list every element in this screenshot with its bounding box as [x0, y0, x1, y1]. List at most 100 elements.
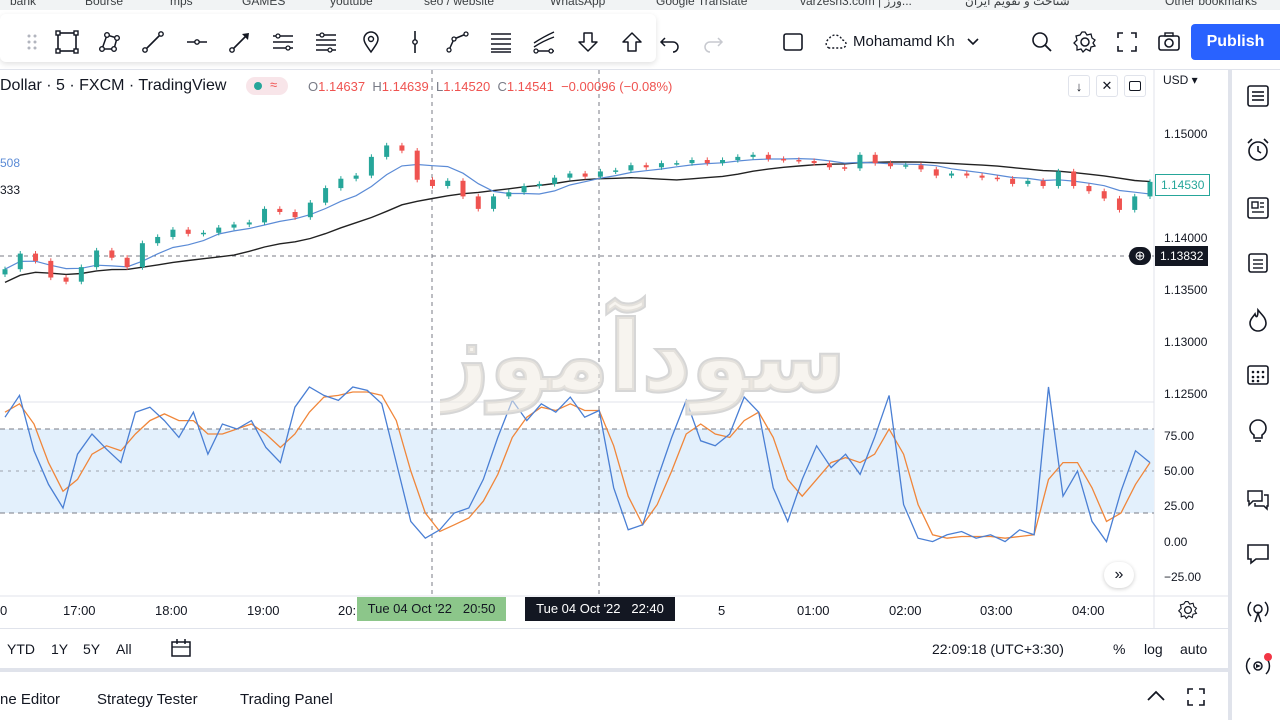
tab-pine-editor[interactable]: ne Editor [0, 691, 60, 708]
rectangle-select-icon[interactable] [51, 26, 83, 58]
currency-label[interactable]: USD ▾ [1163, 73, 1198, 87]
calendar-icon[interactable] [1242, 358, 1274, 390]
date-range-bar: YTD 1Y 5Y All 22:09:18 (UTC+3:30) % log … [0, 628, 1228, 668]
arrow-down-button[interactable]: ↓ [1068, 75, 1090, 97]
scroll-to-realtime-button[interactable]: » [1104, 562, 1134, 588]
chats-icon[interactable] [1242, 484, 1274, 516]
candle-body [170, 229, 176, 237]
bookmark-item[interactable]: seo / website [424, 0, 494, 8]
undo-icon[interactable] [654, 26, 686, 58]
range-1y[interactable]: 1Y [51, 641, 68, 657]
gann-icon[interactable] [485, 26, 517, 58]
bookmark-item[interactable]: Other bookmarks [1165, 0, 1257, 8]
auto-toggle[interactable]: auto [1180, 641, 1207, 657]
candle-body [475, 196, 481, 209]
candle-body [292, 212, 298, 218]
candle-body [155, 236, 161, 244]
maximize-icon[interactable] [1124, 75, 1146, 97]
bookmark-item[interactable]: شناخت و تقویم ایران [965, 0, 1070, 8]
candle-body [1071, 171, 1077, 186]
alarm-clock-icon[interactable] [1242, 134, 1274, 166]
drag-handle-icon[interactable] [16, 26, 48, 58]
add-alert-icon[interactable]: ⊕ [1129, 247, 1151, 265]
chat-bubble-icon[interactable] [1242, 538, 1274, 570]
streams-icon[interactable] [1242, 596, 1274, 628]
pitchfork-icon[interactable] [528, 26, 560, 58]
range-ytd[interactable]: YTD [7, 641, 35, 657]
hotlist-icon[interactable] [1242, 304, 1274, 336]
watchlist-icon[interactable] [1242, 80, 1274, 112]
bookmark-item[interactable]: bank [10, 0, 36, 8]
fib-icon[interactable] [267, 26, 299, 58]
bookmark-item[interactable]: mps [170, 0, 193, 8]
ohlc-values: O1.14637 H1.14639 L1.14520 C1.14541 −0.0… [308, 79, 672, 94]
percent-toggle[interactable]: % [1113, 641, 1125, 657]
tab-trading-panel[interactable]: Trading Panel [240, 691, 333, 708]
fullscreen-icon[interactable] [1111, 26, 1143, 58]
bookmark-item[interactable]: GAMES [242, 0, 285, 8]
candle-body [658, 163, 664, 168]
time-tick: 03:00 [980, 603, 1013, 618]
candle-body [1116, 198, 1122, 210]
channel-icon[interactable] [310, 26, 342, 58]
arrow-line-icon[interactable] [224, 26, 256, 58]
osc-tick: 50.00 [1164, 464, 1195, 478]
candle-body [307, 202, 313, 218]
vertical-line-icon[interactable] [399, 26, 431, 58]
maximize-panel-icon[interactable] [1185, 686, 1207, 712]
bookmark-item[interactable]: Bourse [85, 0, 123, 8]
time-tick: 19:00 [247, 603, 280, 618]
candle-body [460, 180, 466, 197]
candle-body [185, 229, 191, 234]
search-icon[interactable] [1026, 26, 1058, 58]
osc-tick: −25.00 [1164, 570, 1202, 584]
node-icon[interactable] [94, 26, 126, 58]
camera-icon[interactable] [1153, 26, 1185, 58]
path-icon[interactable] [442, 26, 474, 58]
candle-body [63, 277, 69, 282]
log-toggle[interactable]: log [1144, 641, 1163, 657]
chevron-up-icon[interactable] [1143, 686, 1169, 710]
candle-body [613, 170, 619, 172]
layout-square-icon[interactable] [777, 26, 809, 58]
data-window-icon[interactable] [1242, 246, 1274, 278]
news-icon[interactable] [1242, 192, 1274, 224]
cloud-icon[interactable] [819, 26, 851, 58]
bookmark-item[interactable]: youtube [330, 0, 373, 8]
osc-tick: 25.00 [1164, 499, 1195, 513]
calendar-range-icon[interactable] [170, 638, 192, 661]
arrow-down-icon[interactable] [572, 26, 604, 58]
time-tick: 02:00 [889, 603, 922, 618]
candle-body [33, 253, 39, 261]
pin-icon[interactable] [355, 26, 387, 58]
candle-body [384, 145, 390, 157]
candle-body [903, 165, 909, 167]
settings-gear-icon[interactable] [1174, 596, 1202, 624]
symbol-title[interactable]: Dollar · 5 · FXCM · TradingView [0, 77, 226, 95]
candle-body [735, 156, 741, 160]
time-tick: 04:00 [1072, 603, 1105, 618]
arrow-up-icon[interactable] [616, 26, 648, 58]
gear-icon[interactable] [1069, 26, 1101, 58]
range-all[interactable]: All [116, 641, 132, 657]
live-streams-icon[interactable] [1242, 650, 1274, 682]
market-status-badge[interactable]: ≈ [246, 77, 288, 95]
user-name-label[interactable]: Mohamamd Kh [853, 33, 955, 50]
bookmark-item[interactable]: varzesh3.com | ورز... [800, 0, 912, 8]
chevron-down-icon[interactable] [957, 26, 989, 58]
tab-strategy-tester[interactable]: Strategy Tester [97, 691, 198, 708]
high-label: H [372, 79, 382, 94]
publish-button[interactable]: Publish [1191, 24, 1280, 60]
bookmark-item[interactable]: WhatsApp [550, 0, 605, 8]
close-icon[interactable]: ✕ [1096, 75, 1118, 97]
range-5y[interactable]: 5Y [83, 641, 100, 657]
redo-icon[interactable] [697, 26, 729, 58]
trend-line-icon[interactable] [137, 26, 169, 58]
clock-timezone[interactable]: 22:09:18 (UTC+3:30) [932, 641, 1064, 657]
ideas-lightbulb-icon[interactable] [1242, 415, 1274, 447]
horizontal-ray-icon[interactable] [181, 26, 213, 58]
candle-body [521, 186, 527, 193]
ma-black-line [4, 161, 1151, 284]
bookmark-item[interactable]: Google Translate [656, 0, 747, 8]
time-tick: 20: [338, 603, 357, 618]
